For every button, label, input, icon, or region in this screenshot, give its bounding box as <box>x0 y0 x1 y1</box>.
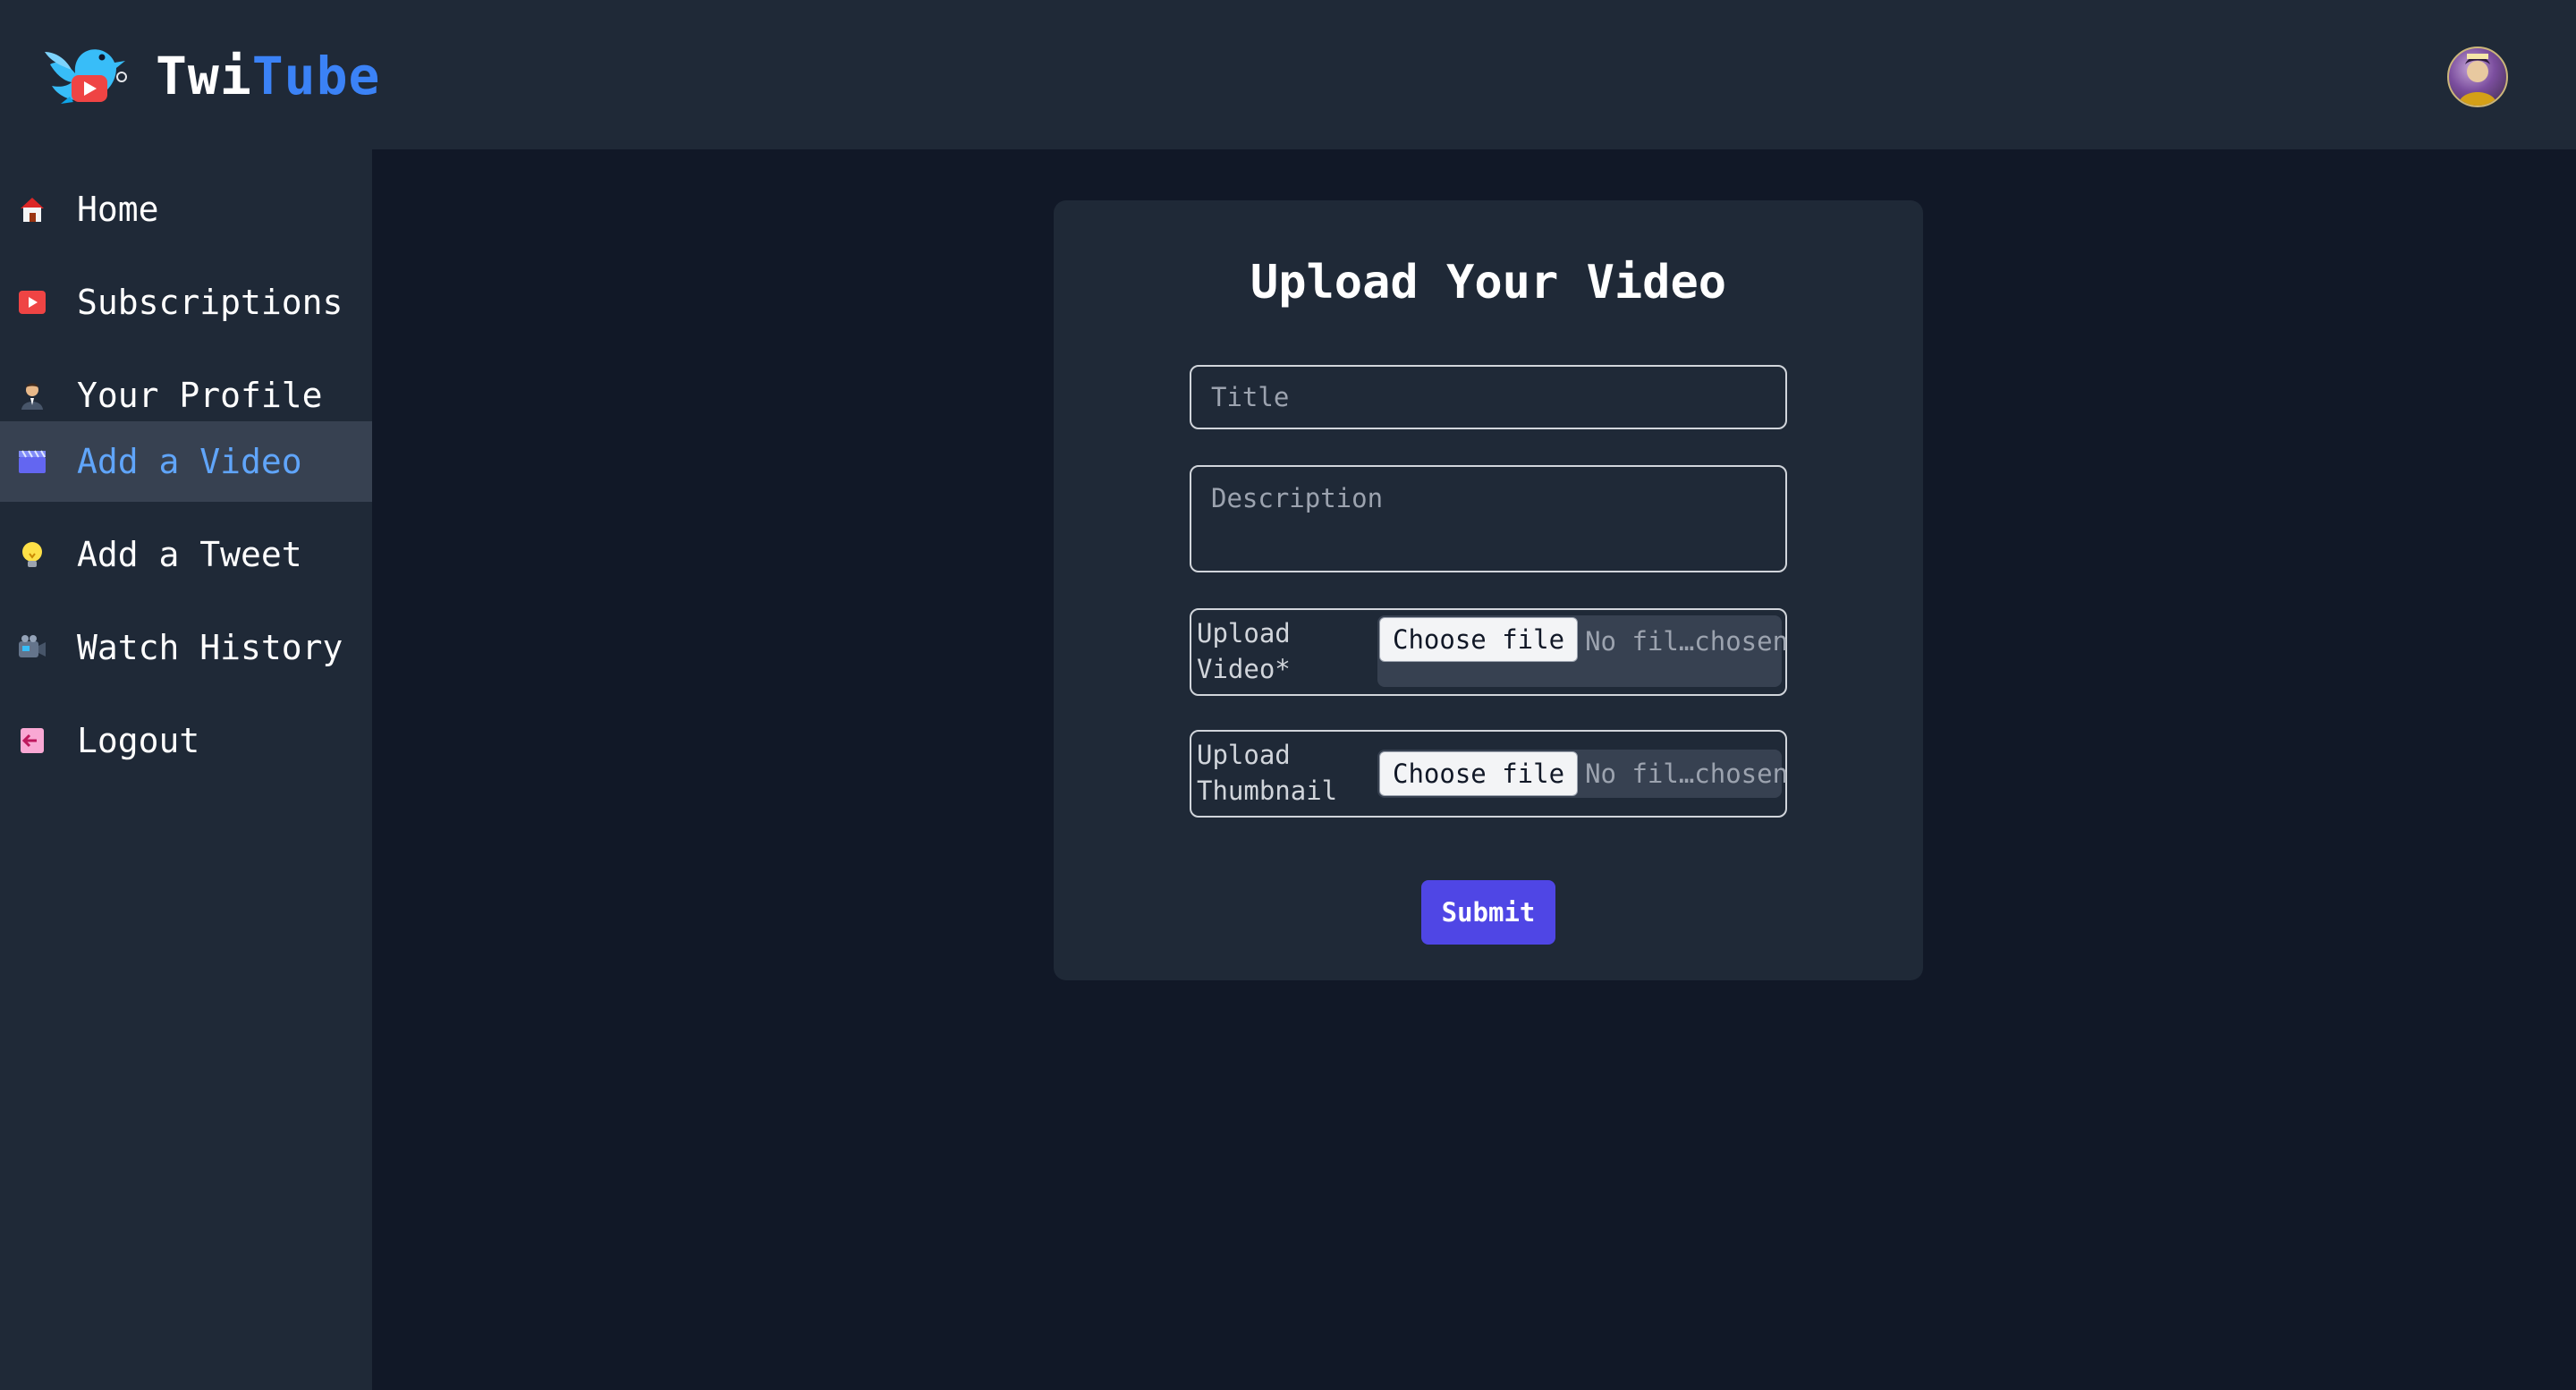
sidebar-item-subscriptions[interactable]: Subscriptions <box>0 262 372 343</box>
logout-icon <box>16 725 48 757</box>
sidebar-item-add-a-video[interactable]: Add a Video <box>0 421 372 502</box>
sidebar-item-logout[interactable]: Logout <box>0 700 372 781</box>
upload-video-card: Upload Your Video Upload Video* Choose f… <box>1054 200 1923 980</box>
bird-play-icon <box>43 39 129 113</box>
sidebar: Home Subscriptions Your Profile Add a Vi… <box>0 149 372 1390</box>
upload-thumbnail-label: Upload Thumbnail <box>1197 740 1338 806</box>
upload-thumbnail-field: Upload Thumbnail Choose file No fil…chos… <box>1190 730 1788 818</box>
sidebar-item-home[interactable]: Home <box>0 169 372 250</box>
play-button-icon <box>16 286 48 318</box>
sidebar-item-watch-history[interactable]: Watch History <box>0 607 372 688</box>
sidebar-item-label: Add a Video <box>77 442 302 481</box>
choose-thumbnail-file-button[interactable]: Choose file <box>1379 751 1579 796</box>
choose-video-file-button[interactable]: Choose file <box>1379 617 1579 662</box>
title-input[interactable] <box>1190 365 1787 429</box>
sidebar-item-label: Your Profile <box>77 376 323 415</box>
brand-name: TwiTube <box>156 46 380 106</box>
video-file-status: No fil…chosen <box>1585 626 1789 657</box>
upload-video-label: Upload Video* <box>1197 618 1291 684</box>
lightbulb-icon <box>16 538 48 571</box>
page-title: Upload Your Video <box>1250 256 1727 309</box>
sidebar-item-label: Add a Tweet <box>77 535 302 574</box>
person-icon <box>16 379 48 411</box>
house-icon <box>16 193 48 225</box>
thumbnail-file-status: No fil…chosen <box>1585 759 1789 789</box>
video-file-input[interactable]: Choose file No fil…chosen <box>1377 615 1788 687</box>
brand-part-1: Twi <box>156 46 252 106</box>
user-avatar[interactable] <box>2447 47 2508 107</box>
brand-logo[interactable]: TwiTube <box>43 36 380 116</box>
clapperboard-icon <box>16 445 48 478</box>
sidebar-item-label: Logout <box>77 721 200 760</box>
sidebar-item-label: Home <box>77 190 159 229</box>
description-input[interactable] <box>1190 465 1787 572</box>
sidebar-item-label: Subscriptions <box>77 283 343 322</box>
submit-button[interactable]: Submit <box>1421 880 1555 945</box>
sidebar-item-label: Watch History <box>77 628 343 667</box>
thumbnail-file-input[interactable]: Choose file No fil…chosen <box>1377 750 1788 798</box>
brand-part-2: Tube <box>251 46 381 106</box>
top-header: TwiTube <box>0 0 2576 149</box>
video-camera-icon <box>16 631 48 664</box>
sidebar-item-add-a-tweet[interactable]: Add a Tweet <box>0 514 372 595</box>
upload-video-field: Upload Video* Choose file No fil…chosen <box>1190 608 1788 696</box>
